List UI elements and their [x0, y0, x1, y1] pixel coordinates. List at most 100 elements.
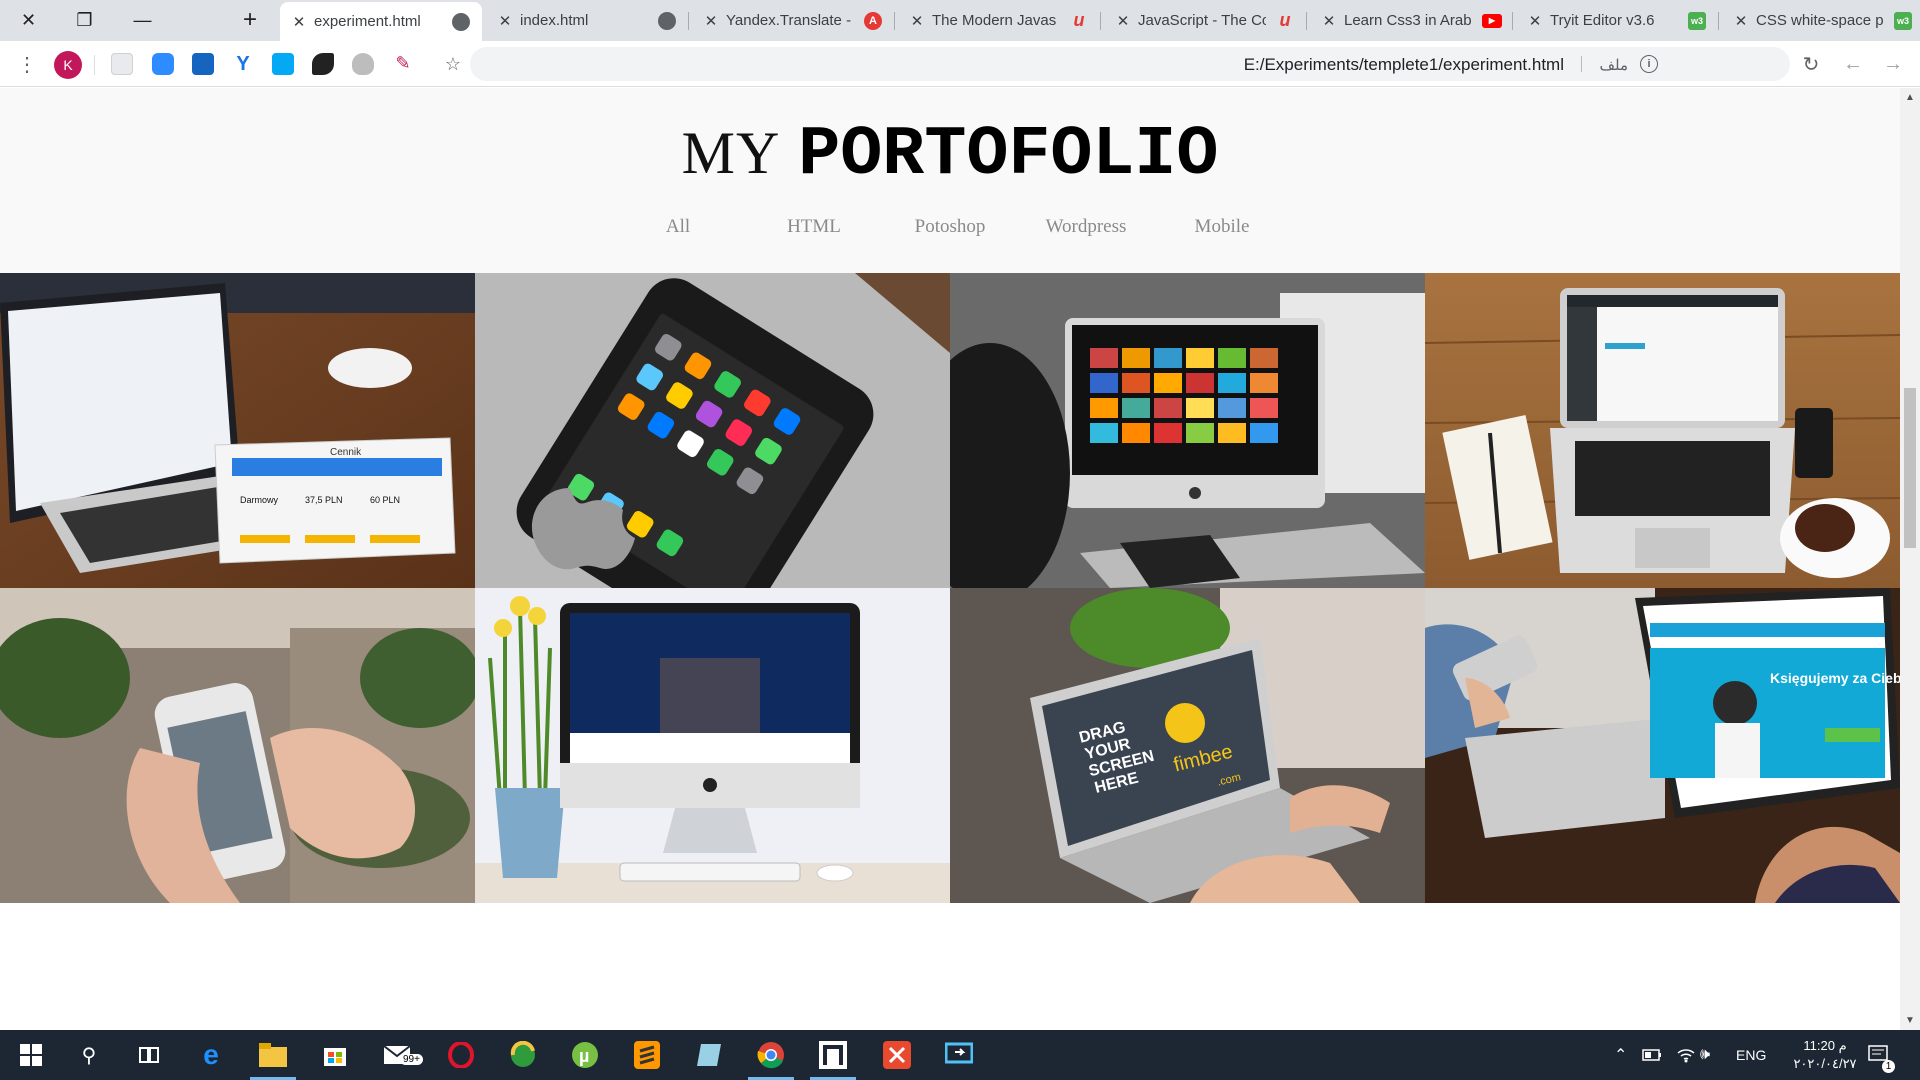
scrollbar-thumb[interactable]	[1904, 388, 1916, 548]
tab-divider	[1306, 12, 1307, 30]
edge-browser-icon[interactable]: e	[196, 1039, 226, 1070]
tab-label: Learn Css3 in Arab	[1344, 12, 1472, 29]
new-tab-button[interactable]: +	[236, 6, 264, 34]
tab-label: experiment.html	[314, 13, 421, 30]
minimize-window-button[interactable]: —	[122, 0, 163, 41]
portfolio-header: MY PORTOFOLIO All HTML Potoshop Wordpress Mob…	[0, 88, 1900, 273]
clock-date: ٢٠٢٠/٠٤/٢٧	[1793, 1056, 1857, 1071]
back-arrow-icon[interactable]: ←	[1840, 51, 1866, 77]
iphone-macbook-image	[475, 273, 950, 588]
tab-yandex[interactable]: ✕ Yandex.Translate - A	[692, 0, 890, 41]
gallery-item-laptop-on-desk-with-coffee[interactable]	[1425, 273, 1900, 588]
microsoft-store-icon[interactable]	[320, 1040, 350, 1070]
notification-count-badge: 1	[1882, 1060, 1895, 1073]
forward-arrow-icon[interactable]: →	[1880, 51, 1906, 77]
gallery-item-laptop-and-phone-website[interactable]: Księgujemy za Ciebie bezproblemowo	[1425, 588, 1900, 903]
internet-download-manager-icon[interactable]	[508, 1040, 538, 1070]
chrome-icon[interactable]	[748, 1040, 794, 1080]
url-text[interactable]: E:/Experiments/templete1/experiment.html	[1244, 55, 1564, 75]
reload-icon[interactable]: ↻	[1798, 51, 1824, 77]
bookmark-star-icon[interactable]: ☆	[440, 51, 466, 77]
website-headline-text: Księgujemy za Ciebie bezproblemowo	[1770, 670, 1900, 686]
tab-close-icon[interactable]: ✕	[906, 12, 928, 30]
restore-window-button[interactable]: ❐	[64, 0, 105, 41]
file-explorer-icon[interactable]	[250, 1040, 296, 1080]
globe-icon	[658, 11, 676, 30]
javascript-info-icon: u	[1279, 10, 1291, 30]
tab-label: CSS white-space p	[1756, 12, 1884, 29]
windows-start-icon[interactable]	[16, 1040, 46, 1070]
task-view-icon[interactable]	[134, 1040, 164, 1070]
youtube-icon: ▶	[1482, 13, 1502, 28]
imac-flowers-image	[475, 588, 950, 903]
show-hidden-icons[interactable]: ⌃	[1614, 1030, 1627, 1080]
tab-close-icon[interactable]: ✕	[494, 12, 516, 30]
fish-extension-icon[interactable]	[312, 53, 334, 75]
profile-avatar[interactable]: K	[54, 51, 82, 79]
tab-divider	[894, 12, 895, 30]
filter-photoshop[interactable]: Potoshop	[882, 216, 1018, 238]
download-extension-icon[interactable]	[192, 53, 214, 75]
profile-initial: K	[63, 57, 73, 73]
tab-experiment[interactable]: ✕ experiment.html	[280, 2, 482, 41]
hands-phone-image	[0, 588, 475, 903]
tab-modern-js[interactable]: ✕ The Modern Javas u	[898, 0, 1096, 41]
tab-close-icon[interactable]: ✕	[1524, 12, 1546, 30]
zoom-extension-icon[interactable]	[152, 53, 174, 75]
tab-label: JavaScript - The Co	[1138, 12, 1266, 29]
tab-close-icon[interactable]: ✕	[288, 13, 310, 31]
info-icon[interactable]: i	[1640, 55, 1658, 73]
clock[interactable]: 11:20 م ٢٠٢٠/٠٤/٢٧	[1780, 1030, 1870, 1080]
gallery-item-person-at-imac[interactable]	[950, 273, 1425, 588]
tab-index[interactable]: ✕ index.html	[486, 0, 684, 41]
language-indicator[interactable]: ENG	[1736, 1030, 1766, 1080]
gallery-item-iphone-on-macbook[interactable]	[475, 273, 950, 588]
gallery-item-macbook-drag-your-screen[interactable]: DRAG YOUR SCREEN HERE fimbee .com	[950, 588, 1425, 903]
extension-blank-icon[interactable]	[111, 53, 133, 75]
page-scrollbar[interactable]: ▲ ▼	[1900, 88, 1920, 1030]
scroll-down-icon[interactable]: ▼	[1905, 1015, 1915, 1026]
utorrent-icon[interactable]: µ	[570, 1040, 600, 1070]
sublime-text-icon[interactable]	[632, 1040, 662, 1070]
notepad-icon[interactable]	[694, 1040, 724, 1070]
wifi-icon[interactable]	[1676, 1030, 1696, 1080]
tab-close-icon[interactable]: ✕	[1112, 12, 1134, 30]
tab-learn-css3[interactable]: ✕ Learn Css3 in Arab ▶	[1310, 0, 1508, 41]
menu-kebab-icon[interactable]: ⋮	[14, 51, 40, 77]
page-viewport: MY PORTOFOLIO All HTML Potoshop Wordpress Mob…	[0, 88, 1920, 1030]
filter-wordpress[interactable]: Wordpress	[1018, 216, 1154, 238]
notification-center-icon[interactable]: 1	[1868, 1030, 1895, 1080]
close-window-button[interactable]: ✕	[8, 0, 49, 41]
search-icon[interactable]: ⚲	[74, 1040, 104, 1070]
tab-close-icon[interactable]: ✕	[1318, 12, 1340, 30]
gallery-item-laptop-and-tablet[interactable]: Cennik Darmowy 37,5 PLN 60 PLN	[0, 273, 475, 588]
tab-tryit-editor[interactable]: ✕ Tryit Editor v3.6 w3	[1516, 0, 1714, 41]
gallery-item-imac-with-flowers[interactable]	[475, 588, 950, 903]
screen-share-icon[interactable]	[944, 1040, 974, 1070]
volume-icon[interactable]: 🕪	[1700, 1030, 1710, 1080]
javascript-info-icon: u	[1073, 10, 1085, 30]
tab-close-icon[interactable]: ✕	[700, 12, 722, 30]
mail-badge: 99+	[400, 1054, 423, 1065]
address-bar[interactable]: E:/Experiments/templete1/experiment.html…	[470, 47, 1790, 81]
filter-mobile[interactable]: Mobile	[1154, 216, 1290, 238]
scheme-label: ملف	[1599, 57, 1628, 74]
opera-icon[interactable]	[446, 1040, 476, 1070]
xmind-icon[interactable]	[882, 1040, 912, 1070]
translate-extension-icon[interactable]	[272, 53, 294, 75]
yandex-extension-icon[interactable]: Y	[232, 53, 254, 75]
filter-html[interactable]: HTML	[746, 216, 882, 238]
tab-css-white-space[interactable]: ✕ CSS white-space p w3	[1722, 0, 1920, 41]
tab-close-icon[interactable]: ✕	[1730, 12, 1752, 30]
laptop-coffee-image	[1425, 273, 1900, 588]
color-picker-extension-icon[interactable]: ✎	[392, 53, 414, 75]
mail-icon[interactable]: 99+	[384, 1040, 423, 1070]
scroll-up-icon[interactable]: ▲	[1905, 92, 1915, 103]
gallery-item-hands-holding-phone[interactable]	[0, 588, 475, 903]
title-my: MY	[681, 120, 781, 186]
tab-javascript-core[interactable]: ✕ JavaScript - The Co u	[1104, 0, 1302, 41]
shield-extension-icon[interactable]	[352, 53, 374, 75]
filter-all[interactable]: All	[610, 216, 746, 238]
battery-icon[interactable]	[1642, 1030, 1662, 1080]
brackets-editor-icon[interactable]	[810, 1040, 856, 1080]
